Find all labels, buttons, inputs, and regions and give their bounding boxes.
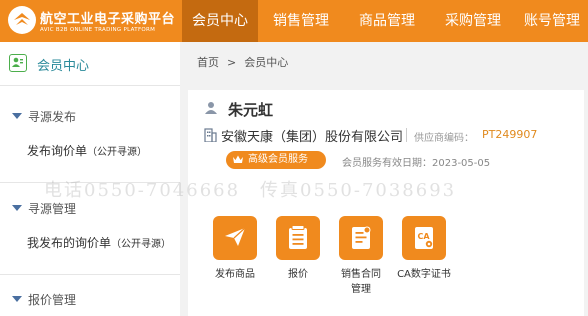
nav-member-center[interactable]: 会员中心 [182,0,258,42]
nav-purchasing[interactable]: 采购管理 [430,0,516,42]
user-icon [205,102,217,114]
breadcrumb: 首页 > 会员中心 [197,54,296,70]
caret-down-icon [12,205,22,211]
logo-subtitle: AVIC B2B ONLINE TRADING PLATFORM [40,27,156,33]
nav-sales[interactable]: 销售管理 [258,0,344,42]
logo-title: 航空工业电子采购平台 [40,12,176,27]
watermark-text: 电话0550-7046668 传真0550-7038693 [44,180,457,201]
sidebar-header[interactable]: 会员中心 [0,42,180,86]
supplier-code-label: 供应商编码： [414,133,474,144]
member-card-icon [9,54,27,72]
nav-products[interactable]: 商品管理 [344,0,430,42]
sidebar-section-sourcing-publish[interactable]: 寻源发布 [12,108,76,125]
membership-expiry: 会员服务有效日期：2023-05-05 [342,158,491,169]
sidebar-section-sourcing-manage[interactable]: 寻源管理 [12,200,76,217]
supplier-code: PT249907 [482,128,538,141]
breadcrumb-separator: > [227,56,237,69]
company-name: 安徽天康（集团）股份有限公司 [221,130,404,145]
sidebar-title: 会员中心 [37,59,90,74]
tile-label-publish-product: 发布商品 [215,269,255,280]
premium-member-badge[interactable]: 高级会员服务 [226,151,326,169]
contract-icon [352,226,371,249]
platform-logo[interactable]: 航空工业电子采购平台 AVIC B2B ONLINE TRADING PLATF… [0,0,182,42]
breadcrumb-current: 会员中心 [244,56,289,69]
breadcrumb-bar: 首页 > 会员中心 [180,42,588,79]
ca-certificate-icon: CA [415,227,433,249]
caret-down-icon [12,113,22,119]
logo-emblem-icon [8,6,36,34]
main-nav: 会员中心 销售管理 商品管理 采购管理 账号管理 [182,0,588,42]
document-list-icon [289,225,307,249]
user-name: 朱元虹 [228,101,274,119]
publish-product-button[interactable] [213,216,257,260]
svg-text:CA: CA [418,232,431,241]
nav-account[interactable]: 账号管理 [516,0,588,42]
paper-plane-icon [225,227,246,246]
ca-certificate-button[interactable]: CA [402,216,446,260]
tile-label-quote: 报价 [288,269,308,280]
quote-button[interactable] [276,216,320,260]
sidebar-item-publish-rfq[interactable]: 发布询价单（公开寻源） [27,142,147,159]
quick-actions: 发布商品 报价 销售合同 管理 CA CA数字证书 [0,216,451,316]
sales-contract-button[interactable] [339,216,383,260]
top-header: 航空工业电子采购平台 AVIC B2B ONLINE TRADING PLATF… [0,0,588,42]
divider [406,128,407,142]
tile-label-ca-certificate: CA数字证书 [397,269,451,280]
breadcrumb-home[interactable]: 首页 [197,56,219,69]
crown-icon [233,155,243,163]
building-icon [204,128,217,142]
